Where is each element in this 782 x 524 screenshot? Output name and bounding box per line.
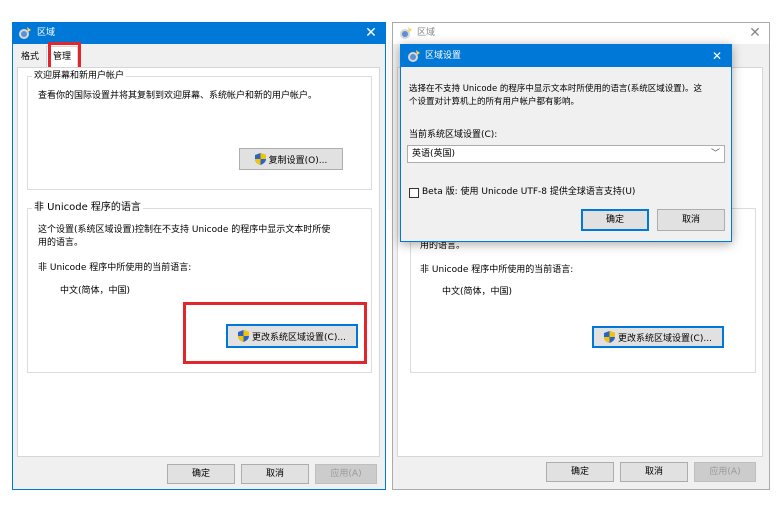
region-app-icon bbox=[399, 26, 413, 40]
dialog-ok-button[interactable]: 确定 bbox=[581, 209, 649, 231]
system-locale-value: 英语(英国) bbox=[412, 149, 456, 159]
close-icon[interactable]: ✕ bbox=[707, 45, 727, 67]
unicode-group-legend: 非 Unicode 程序的语言 bbox=[32, 202, 143, 214]
dialog-description-line1: 选择在不支持 Unicode 的程序中显示文本时所使用的语言(系统区域设置)。这 bbox=[409, 84, 703, 94]
beta-utf8-label: Beta 版: 使用 Unicode UTF-8 提供全球语言支持(U) bbox=[422, 187, 636, 197]
tab-format[interactable]: 格式 bbox=[15, 48, 45, 66]
background-window-edge bbox=[387, 40, 392, 210]
current-locale-label: 当前系统区域设置(C): bbox=[409, 130, 498, 140]
current-language-value: 中文(简体，中国) bbox=[60, 286, 131, 296]
dialog-title-bar: 区域设置 ✕ bbox=[401, 45, 731, 67]
welcome-group-legend: 欢迎屏幕和新用户帐户 bbox=[32, 70, 127, 82]
cancel-button[interactable]: 取消 bbox=[241, 464, 309, 484]
highlight-tab-box bbox=[48, 42, 81, 70]
region-app-icon bbox=[407, 49, 421, 63]
region-window-left: 区域 ✕ 格式 管理 欢迎屏幕和新用户帐户 查看你的国际设置并将其复制到欢迎屏幕… bbox=[12, 22, 386, 490]
close-icon[interactable]: ✕ bbox=[357, 22, 385, 44]
apply-button[interactable]: 应用(A) bbox=[315, 464, 377, 484]
close-icon[interactable]: ✕ bbox=[741, 22, 769, 44]
highlight-button-box bbox=[183, 302, 367, 364]
system-locale-select[interactable]: 英语(英国) ﹀ bbox=[407, 145, 725, 163]
region-settings-dialog: 区域设置 ✕ 选择在不支持 Unicode 的程序中显示文本时所使用的语言(系统… bbox=[400, 44, 732, 242]
title-bar: 区域 ✕ bbox=[393, 23, 769, 44]
tab-panel: 欢迎屏幕和新用户帐户 查看你的国际设置并将其复制到欢迎屏幕、系统帐户和新的用户帐… bbox=[17, 67, 380, 457]
welcome-description: 查看你的国际设置并将其复制到欢迎屏幕、系统帐户和新的用户帐户。 bbox=[38, 91, 318, 101]
window-title: 区域 bbox=[37, 28, 56, 38]
apply-button[interactable]: 应用(A) bbox=[694, 462, 756, 482]
uac-shield-icon bbox=[254, 153, 266, 165]
region-app-icon bbox=[18, 26, 32, 40]
current-language-value: 中文(简体，中国) bbox=[442, 287, 513, 297]
ok-button[interactable]: 确定 bbox=[546, 462, 614, 482]
beta-utf8-checkbox[interactable] bbox=[409, 188, 419, 198]
window-title: 区域 bbox=[417, 28, 436, 38]
unicode-description-line1: 这个设置(系统区域设置)控制在不支持 Unicode 的程序中显示文本时所使 bbox=[38, 225, 331, 235]
copy-settings-label: 复制设置(O)... bbox=[268, 155, 328, 166]
current-language-label: 非 Unicode 程序中所使用的当前语言: bbox=[38, 263, 192, 273]
dialog-description-line2: 个设置对计算机上的所有用户帐户都有影响。 bbox=[409, 97, 580, 107]
dialog-cancel-button[interactable]: 取消 bbox=[657, 209, 725, 231]
title-bar: 区域 ✕ bbox=[13, 23, 385, 44]
uac-shield-icon bbox=[604, 331, 616, 343]
chevron-down-icon: ﹀ bbox=[710, 149, 720, 159]
ok-button[interactable]: 确定 bbox=[167, 464, 235, 484]
unicode-description-line2: 用的语言。 bbox=[38, 238, 84, 248]
copy-settings-button[interactable]: 复制设置(O)... bbox=[239, 148, 343, 170]
dialog-title: 区域设置 bbox=[425, 51, 462, 61]
cancel-button[interactable]: 取消 bbox=[620, 462, 688, 482]
change-system-locale-button[interactable]: 更改系统区域设置(C)... bbox=[592, 326, 724, 348]
current-language-label: 非 Unicode 程序中所使用的当前语言: bbox=[420, 265, 574, 275]
change-system-locale-label: 更改系统区域设置(C)... bbox=[618, 333, 712, 344]
